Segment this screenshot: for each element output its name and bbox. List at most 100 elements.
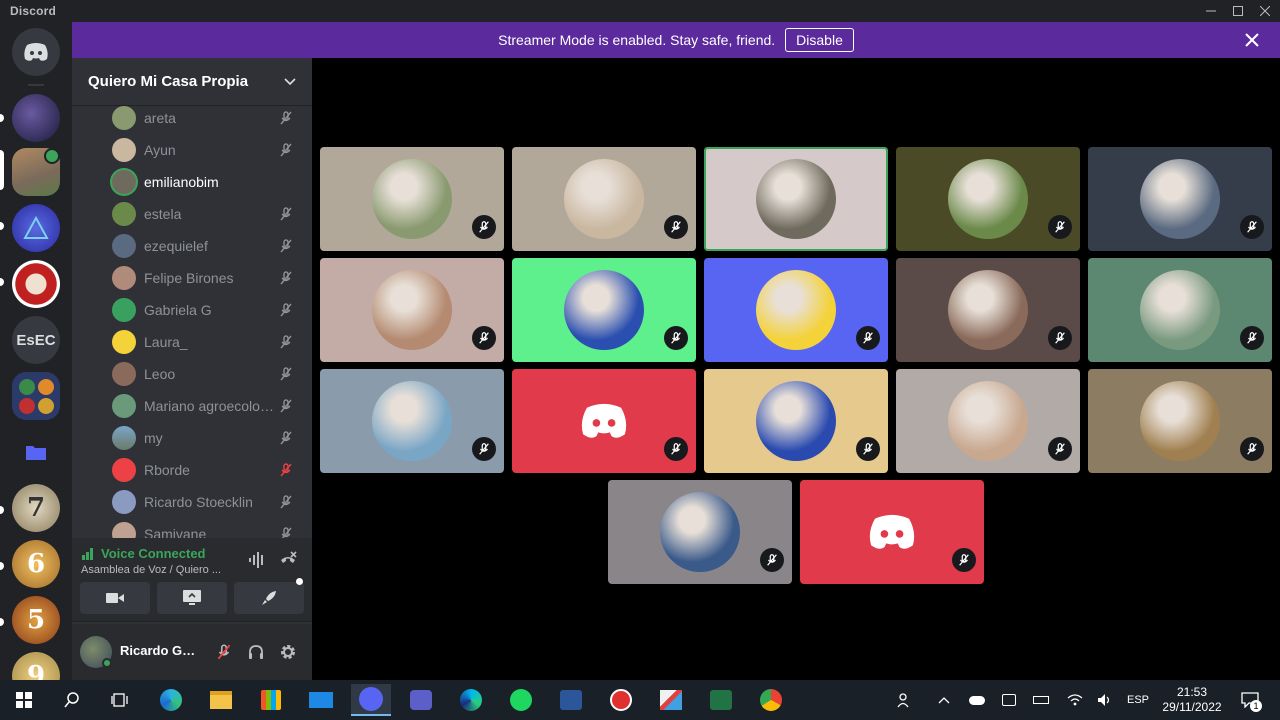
participant-tile[interactable] <box>320 147 504 251</box>
voice-indicator-icon <box>44 148 60 164</box>
taskbar-word[interactable] <box>551 684 591 716</box>
participant-tile[interactable] <box>800 480 984 584</box>
participant-tile[interactable] <box>1088 147 1272 251</box>
voice-channel-link[interactable]: Asamblea de Voz / Quiero ... <box>81 564 231 576</box>
voice-member[interactable]: Ricardo Stoecklin <box>112 487 302 517</box>
tray-overflow-button[interactable] <box>934 680 954 720</box>
participant-tile[interactable] <box>704 147 888 251</box>
participant-tile[interactable] <box>512 369 696 473</box>
mute-button[interactable] <box>212 640 236 664</box>
server-galaxy[interactable] <box>12 94 60 142</box>
taskbar-spotify[interactable] <box>501 684 541 716</box>
member-name: Leoo <box>144 366 176 382</box>
server-6[interactable]: 6 <box>12 540 60 588</box>
voice-member[interactable]: estela <box>112 199 302 229</box>
member-name: Ayun <box>144 142 176 158</box>
mic-muted-icon <box>671 221 681 233</box>
video-camera-icon <box>106 593 124 603</box>
participant-tile[interactable] <box>704 369 888 473</box>
recording-icon[interactable] <box>998 680 1020 720</box>
voice-member[interactable]: Ayun <box>112 135 302 165</box>
participant-tile[interactable] <box>704 258 888 362</box>
taskbar-mail[interactable] <box>301 684 341 716</box>
server-9[interactable]: 9 <box>12 652 60 680</box>
participant-tile[interactable] <box>896 369 1080 473</box>
taskbar-chrome[interactable] <box>751 684 791 716</box>
chevron-down-icon <box>284 77 296 85</box>
battery-icon[interactable] <box>1030 680 1052 720</box>
server-7[interactable]: 7 <box>12 484 60 532</box>
folder-icon <box>26 446 46 460</box>
participant-tile[interactable] <box>320 369 504 473</box>
language-indicator[interactable]: ESP <box>1122 680 1154 720</box>
server-folder-badges[interactable] <box>12 372 60 420</box>
screen-share-button[interactable] <box>157 582 227 614</box>
chrome-icon <box>760 689 782 711</box>
unread-pill <box>0 222 4 230</box>
voice-member[interactable]: Leoo <box>112 359 302 389</box>
voice-member[interactable]: ezequielef <box>112 231 302 261</box>
taskbar-excel[interactable] <box>701 684 741 716</box>
close-window-button[interactable] <box>1250 0 1280 22</box>
task-view-button[interactable] <box>100 684 140 716</box>
video-button[interactable] <box>80 582 150 614</box>
member-name: areta <box>144 110 176 126</box>
participant-tile[interactable] <box>896 147 1080 251</box>
avatar <box>112 394 136 418</box>
people-icon[interactable] <box>892 680 918 720</box>
participant-avatar <box>756 270 836 350</box>
participant-tile[interactable] <box>1088 369 1272 473</box>
participant-tile[interactable] <box>1088 258 1272 362</box>
close-banner-icon[interactable] <box>1242 30 1262 50</box>
participant-avatar <box>948 159 1028 239</box>
minimize-button[interactable] <box>1196 0 1226 22</box>
mail-icon <box>309 692 333 708</box>
disconnect-icon[interactable] <box>278 550 298 570</box>
taskbar-edge[interactable] <box>151 684 191 716</box>
start-button[interactable] <box>4 684 44 716</box>
onedrive-icon[interactable] <box>966 680 988 720</box>
deafen-button[interactable] <box>244 640 268 664</box>
taskbar-file-explorer[interactable] <box>201 684 241 716</box>
participant-muted-badge <box>1240 215 1264 239</box>
server-folder[interactable] <box>12 428 60 476</box>
search-button[interactable] <box>52 684 92 716</box>
user-name[interactable]: Ricardo Ga... <box>120 643 200 658</box>
server-muted-icon <box>280 463 292 477</box>
home-button[interactable] <box>12 28 60 76</box>
taskbar-store[interactable] <box>251 684 291 716</box>
voice-member[interactable]: Gabriela G <box>112 295 302 325</box>
participant-muted-badge <box>1048 437 1072 461</box>
taskbar-chrome-profile[interactable] <box>601 684 641 716</box>
taskbar-discord[interactable] <box>351 684 391 716</box>
guild-header[interactable]: Quiero Mi Casa Propia <box>72 58 312 106</box>
noise-suppression-icon[interactable] <box>248 552 266 568</box>
activity-button[interactable] <box>234 582 304 614</box>
participant-tile[interactable] <box>512 147 696 251</box>
voice-member[interactable]: emilianobim <box>112 167 302 197</box>
server-5[interactable]: 5 <box>12 596 60 644</box>
maximize-button[interactable] <box>1223 0 1253 22</box>
taskbar-teams[interactable] <box>401 684 441 716</box>
voice-member[interactable]: Felipe Birones <box>112 263 302 293</box>
clock[interactable]: 21:53 29/11/2022 <box>1156 680 1228 720</box>
taskbar-paint[interactable] <box>651 684 691 716</box>
server-esec[interactable]: EsEC <box>12 316 60 364</box>
disable-button[interactable]: Disable <box>785 28 854 52</box>
voice-member[interactable]: areta <box>112 106 302 133</box>
participant-tile[interactable] <box>608 480 792 584</box>
taskbar-webex[interactable] <box>451 684 491 716</box>
participant-tile[interactable] <box>512 258 696 362</box>
server-triangle[interactable] <box>12 204 60 252</box>
wifi-icon[interactable] <box>1064 680 1086 720</box>
voice-member[interactable]: Mariano agroecolog... <box>112 391 302 421</box>
participant-tile[interactable] <box>896 258 1080 362</box>
volume-icon[interactable] <box>1094 680 1116 720</box>
participant-tile[interactable] <box>320 258 504 362</box>
user-settings-button[interactable] <box>276 640 300 664</box>
action-center-button[interactable]: 1 <box>1236 680 1264 720</box>
server-triskel[interactable] <box>12 260 60 308</box>
voice-member[interactable]: my <box>112 423 302 453</box>
voice-member[interactable]: Rborde <box>112 455 302 485</box>
voice-member[interactable]: Laura_ <box>112 327 302 357</box>
